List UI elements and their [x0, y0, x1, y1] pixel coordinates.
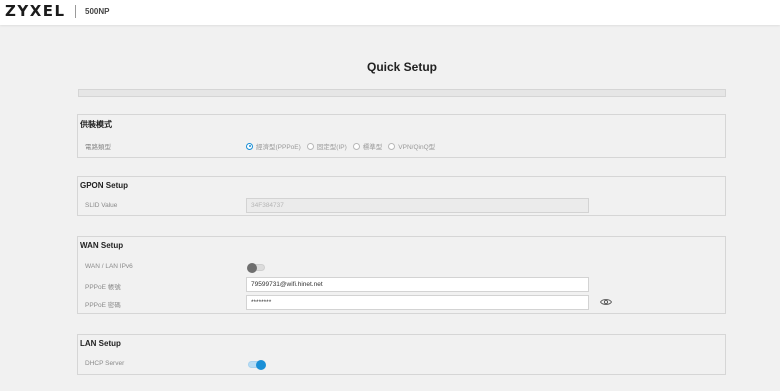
radio-label: 標準型: [362, 144, 383, 151]
wizard-progress-bar: [78, 89, 726, 97]
section-title: LAN Setup: [80, 339, 121, 348]
brand-logo: ZYXEL: [5, 2, 66, 20]
pppoe-password-label: PPPoE 密碼: [85, 302, 121, 309]
toggle-knob: [247, 263, 257, 273]
top-bar: ZYXEL 500NP: [0, 0, 780, 25]
brand-divider: [75, 5, 76, 18]
slid-label: SLID Value: [85, 202, 118, 209]
wan-lan-ipv6-toggle[interactable]: [247, 263, 265, 273]
circuit-type-label: 電路類型: [85, 144, 111, 151]
radio-button[interactable]: [306, 142, 314, 150]
section-title: WAN Setup: [80, 241, 124, 250]
radio-button-checked[interactable]: [246, 142, 253, 150]
section-title: GPON Setup: [80, 181, 129, 190]
wan-lan-ipv6-label: WAN / LAN IPv6: [85, 263, 133, 270]
page-title: Quick Setup: [366, 60, 437, 74]
radio-option-vpn-qinq[interactable]: VPN/QinQ型: [388, 141, 435, 151]
wan-setup-section: WAN Setup WAN / LAN IPv6 PPPoE 帳號 PPPoE …: [77, 236, 726, 314]
pppoe-password-input[interactable]: [246, 295, 589, 310]
device-model: 500NP: [85, 7, 110, 16]
radio-option-pppoe[interactable]: 經濟型(PPPoE): [246, 141, 301, 151]
lan-setup-section: LAN Setup DHCP Server: [77, 334, 726, 375]
slid-input[interactable]: [246, 198, 589, 213]
pppoe-account-input[interactable]: [246, 277, 589, 292]
dhcp-server-toggle[interactable]: [248, 360, 266, 370]
gpon-setup-section: GPON Setup SLID Value: [77, 176, 726, 216]
radio-label: 經濟型(PPPoE): [256, 144, 301, 151]
radio-label: VPN/QinQ型: [398, 144, 436, 151]
radio-button[interactable]: [352, 142, 360, 150]
service-mode-section: 供裝模式 電路類型 經濟型(PPPoE) 固定型(IP) 標準型 VPN/Qin…: [77, 114, 726, 158]
radio-option-standard[interactable]: 標準型: [352, 141, 383, 151]
eye-icon[interactable]: [600, 298, 612, 306]
radio-button[interactable]: [388, 142, 396, 150]
radio-label: 固定型(IP): [316, 144, 347, 151]
toggle-knob: [256, 360, 266, 370]
circuit-type-radio-group: 經濟型(PPPoE) 固定型(IP) 標準型 VPN/QinQ型: [246, 141, 441, 151]
section-title: 供裝模式: [80, 120, 112, 129]
pppoe-account-label: PPPoE 帳號: [85, 284, 121, 291]
radio-option-fixed-ip[interactable]: 固定型(IP): [306, 141, 347, 151]
dhcp-server-label: DHCP Server: [85, 360, 125, 367]
